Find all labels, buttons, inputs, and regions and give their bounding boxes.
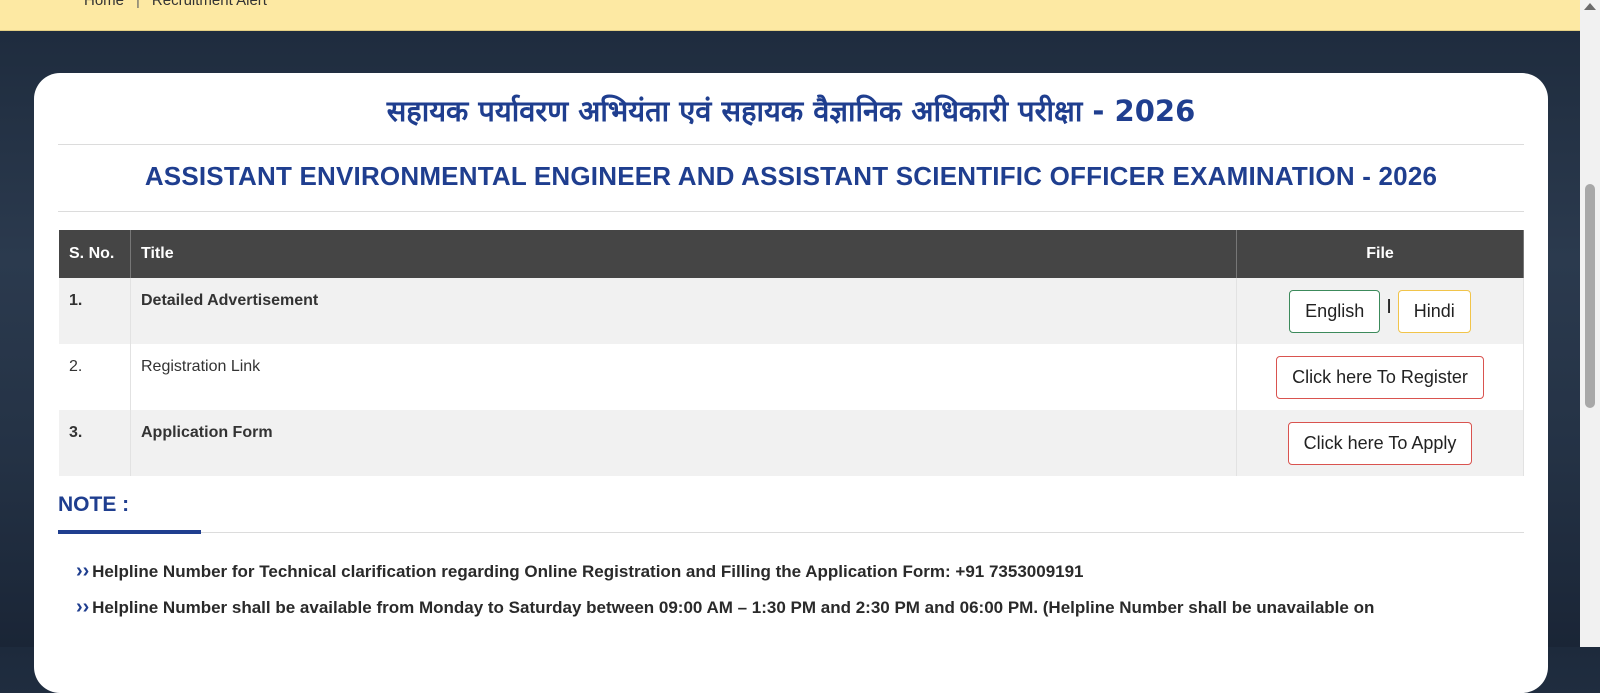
note-text: Helpline Number for Technical clarificat… (92, 562, 956, 581)
top-bar: Home | Recruitment Alert (0, 0, 1580, 31)
note-underline (58, 530, 201, 534)
breadcrumb: Home | Recruitment Alert (84, 0, 267, 9)
button-separator: I (1386, 295, 1392, 318)
double-chevron-right-icon: › › (76, 596, 90, 618)
helpline-number: +91 7353009191 (955, 562, 1084, 581)
row-file-cell: English I Hindi (1236, 278, 1524, 344)
row-file-cell: Click here To Apply (1236, 410, 1524, 476)
table-header-row: S. No. Title File (59, 230, 1524, 278)
table-row: 2. Registration Link Click here To Regis… (59, 344, 1524, 410)
row-title: Detailed Advertisement (130, 278, 1237, 344)
divider (58, 532, 1524, 533)
row-sno: 1. (59, 278, 131, 344)
english-pdf-button[interactable]: English (1289, 289, 1381, 333)
content-card: सहायक पर्यावरण अभियंता एवं सहायक वैज्ञान… (34, 73, 1548, 693)
divider (58, 211, 1524, 212)
register-button[interactable]: Click here To Register (1276, 355, 1484, 399)
scrollbar[interactable] (1580, 0, 1600, 647)
note-text: Helpline Number shall be available from … (92, 598, 1375, 617)
double-chevron-right-icon: › › (76, 560, 90, 582)
row-sno: 2. (59, 344, 131, 410)
row-file-cell: Click here To Register (1236, 344, 1524, 410)
breadcrumb-current[interactable]: Recruitment Alert (152, 0, 267, 9)
note-heading: NOTE : (58, 493, 130, 516)
header-sno: S. No. (59, 230, 131, 278)
documents-table: S. No. Title File 1. Detailed Advertisem… (59, 230, 1524, 476)
hindi-pdf-button[interactable]: Hindi (1397, 289, 1471, 333)
row-sno: 3. (59, 410, 131, 476)
note-item: › › Helpline Number for Technical clarifi… (76, 560, 1084, 583)
breadcrumb-home-link[interactable]: Home (84, 0, 124, 9)
row-title: Registration Link (130, 344, 1237, 410)
page-title-hindi: सहायक पर्यावरण अभियंता एवं सहायक वैज्ञान… (386, 94, 1196, 128)
note-item: › › Helpline Number shall be available fr… (76, 596, 1374, 619)
header-file: File (1236, 230, 1524, 278)
row-title: Application Form (130, 410, 1237, 476)
page-title-english: ASSISTANT ENVIRONMENTAL ENGINEER AND ASS… (144, 161, 1438, 191)
scrollbar-thumb[interactable] (1585, 184, 1595, 408)
header-title: Title (130, 230, 1237, 278)
table-row: 1. Detailed Advertisement English I Hindi (59, 278, 1524, 344)
table-row: 3. Application Form Click here To Apply (59, 410, 1524, 476)
breadcrumb-separator: | (136, 0, 140, 9)
apply-button[interactable]: Click here To Apply (1287, 421, 1473, 465)
divider (58, 144, 1524, 145)
arrow-up-icon[interactable] (1584, 3, 1596, 10)
